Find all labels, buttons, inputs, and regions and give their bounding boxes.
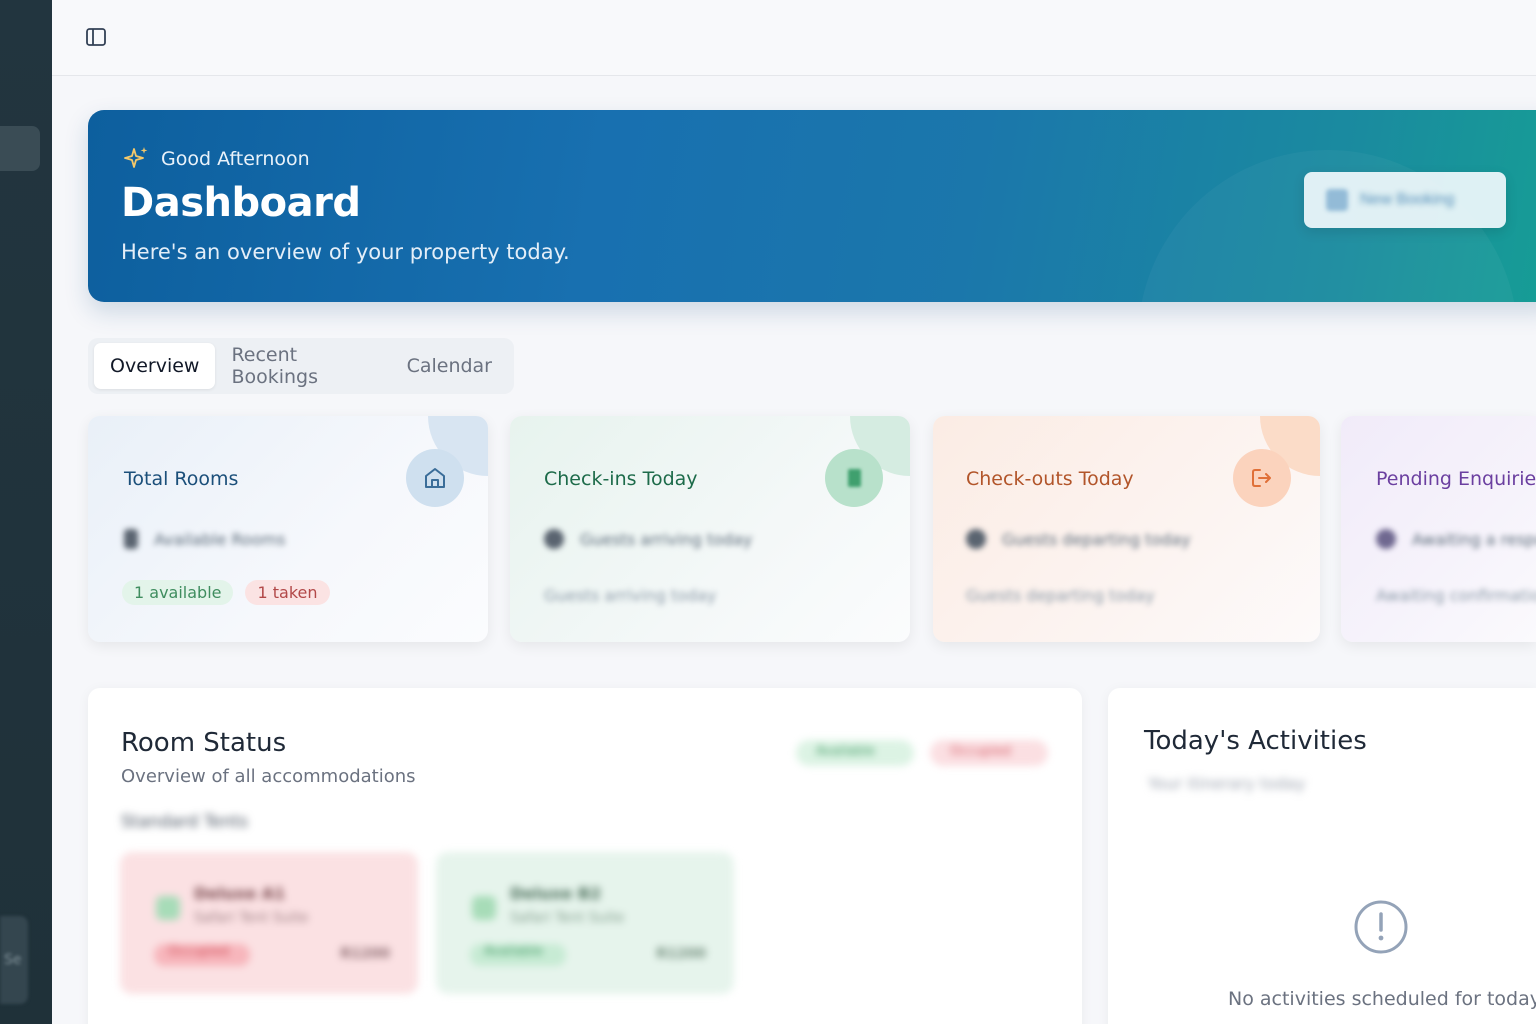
greeting-row: Good Afternoon — [121, 144, 310, 174]
room-status-title: Room Status — [121, 728, 287, 758]
room-tile[interactable]: Deluxe A1 Safari Tent Suite Occupied R12… — [120, 852, 418, 994]
sidebar-item-bottom-label: Se — [4, 952, 22, 968]
new-booking-label: New Booking — [1360, 191, 1455, 208]
room-name: Deluxe B2 — [510, 884, 602, 903]
check-in-icon — [825, 449, 883, 507]
top-bar — [52, 0, 1536, 76]
log-out-icon — [1233, 449, 1291, 507]
sidebar-rail: Se — [0, 0, 52, 1024]
activities-title: Today's Activities — [1144, 726, 1367, 756]
tab-recent-bookings[interactable]: Recent Bookings — [215, 343, 390, 389]
alert-circle-icon — [1354, 900, 1408, 954]
stat-note: Guests departing today — [966, 586, 1155, 605]
page-title: Dashboard — [121, 180, 361, 226]
room-availability-pills: 1 available 1 taken — [122, 580, 330, 605]
room-status-badge: Available — [470, 944, 566, 966]
taken-badge: 1 taken — [245, 580, 330, 605]
room-status-badge: Occupied — [154, 944, 250, 966]
tab-calendar[interactable]: Calendar — [391, 343, 508, 389]
dashboard-tabs: Overview Recent Bookings Calendar — [88, 338, 514, 394]
room-tile[interactable]: Deluxe B2 Safari Tent Suite Available R1… — [436, 852, 734, 994]
room-section-label: Standard Tents — [121, 812, 248, 832]
available-badge: 1 available — [122, 580, 234, 605]
stat-card-checkouts[interactable]: Check-outs Today Guests departing today … — [933, 416, 1320, 642]
stat-detail: Guests departing today — [966, 529, 1191, 549]
stat-detail: Guests arriving today — [544, 529, 752, 549]
stat-detail: Available Rooms — [124, 529, 285, 549]
room-type: Safari Tent Suite — [510, 910, 625, 926]
stat-title: Total Rooms — [124, 468, 239, 490]
room-type: Safari Tent Suite — [194, 910, 309, 926]
room-status-subtitle: Overview of all accommodations — [121, 766, 416, 787]
stat-title: Check-ins Today — [544, 468, 698, 490]
sparkles-icon — [124, 147, 148, 168]
legend-available: Available — [796, 740, 914, 766]
activities-panel: Today's Activities Your itinerary today … — [1108, 688, 1536, 1024]
stat-note: Awaiting confirmation — [1376, 586, 1536, 605]
empty-state-text: No activities scheduled for today — [1228, 988, 1536, 1010]
sidebar-item-bottom[interactable]: Se — [0, 916, 28, 1004]
stat-card-pending-enquiries[interactable]: Pending Enquiries Awaiting a response Aw… — [1341, 416, 1536, 642]
welcome-banner: Good Afternoon Dashboard Here's an overv… — [88, 110, 1536, 302]
room-status-panel: Room Status Overview of all accommodatio… — [88, 688, 1082, 1024]
stat-note: Guests arriving today — [544, 586, 717, 605]
new-booking-button[interactable]: New Booking — [1304, 172, 1506, 228]
stat-card-total-rooms[interactable]: Total Rooms Available Rooms 1 available … — [88, 416, 488, 642]
tent-icon — [472, 896, 496, 920]
activities-subtitle: Your itinerary today — [1148, 774, 1306, 793]
sidebar-item-active[interactable] — [0, 126, 40, 171]
room-rate: R1200 — [340, 946, 390, 962]
sidebar-toggle-icon[interactable] — [85, 26, 107, 48]
stat-title: Pending Enquiries — [1376, 468, 1536, 490]
stat-title: Check-outs Today — [966, 468, 1134, 490]
calendar-plus-icon — [1326, 189, 1348, 211]
stat-card-checkins[interactable]: Check-ins Today Guests arriving today Gu… — [510, 416, 910, 642]
page-subtitle: Here's an overview of your property toda… — [121, 240, 570, 264]
tab-overview[interactable]: Overview — [94, 343, 216, 389]
room-rate: R1200 — [656, 946, 706, 962]
legend-occupied: Occupied — [930, 740, 1048, 766]
tent-icon — [156, 896, 180, 920]
room-name: Deluxe A1 — [194, 884, 286, 903]
stat-detail: Awaiting a response — [1376, 529, 1536, 549]
greeting-text: Good Afternoon — [161, 148, 310, 170]
home-icon — [406, 449, 464, 507]
